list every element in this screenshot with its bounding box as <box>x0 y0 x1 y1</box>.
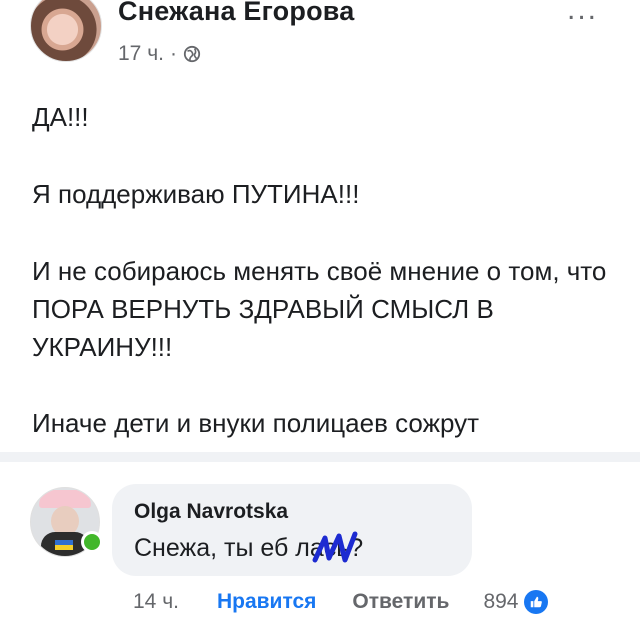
like-button[interactable]: Нравится <box>217 590 316 614</box>
comment-actions: 14 ч. Нравится Ответить 894 <box>133 590 548 614</box>
author-name[interactable]: Снежана Егорова <box>118 0 354 27</box>
post-time[interactable]: 17 ч. <box>118 42 164 66</box>
comment-author[interactable]: Olga Navrotska <box>134 500 288 524</box>
like-badge-icon[interactable] <box>523 590 548 614</box>
post: Снежана Егорова 17 ч. · ... ДА!!! Я подд… <box>0 0 640 452</box>
post-line-1: ДА!!! <box>32 102 89 132</box>
online-status-icon <box>81 531 103 553</box>
post-line-3: И не собираюсь менять своё мнение о том,… <box>32 256 607 362</box>
comment-time[interactable]: 14 ч. <box>133 590 179 614</box>
meta-separator: · <box>169 42 177 65</box>
reply-button[interactable]: Ответить <box>352 590 449 614</box>
section-divider <box>0 452 640 462</box>
scribble-redaction-icon <box>312 531 358 563</box>
globe-icon <box>183 45 201 63</box>
post-meta: 17 ч. · <box>118 42 201 66</box>
reaction-count[interactable]: 894 <box>483 590 518 614</box>
post-line-4: Иначе дети и внуки полицаев сожрут <box>32 408 480 438</box>
author-avatar[interactable] <box>30 0 102 62</box>
comment-bubble: Olga Navrotska Снежа, ты еб лась? <box>112 484 472 576</box>
more-icon[interactable]: ... <box>567 0 598 25</box>
post-line-2: Я поддерживаю ПУТИНА!!! <box>32 179 360 209</box>
